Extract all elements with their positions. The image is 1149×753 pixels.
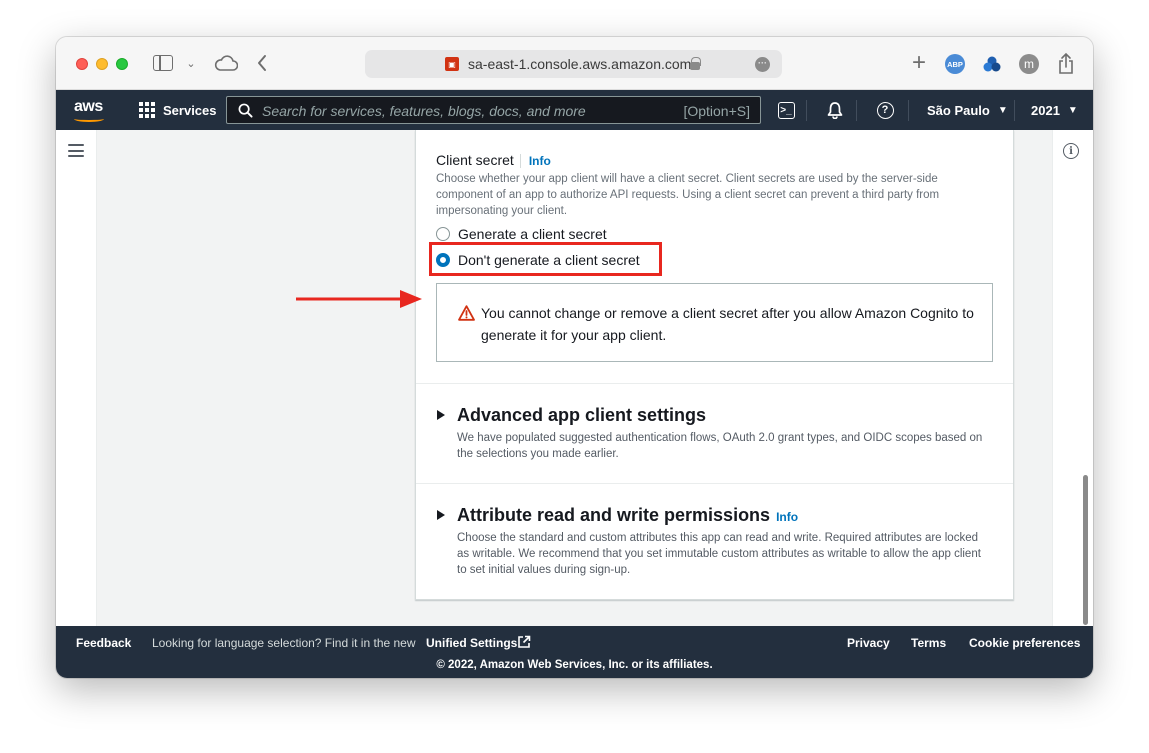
page-menu-icon[interactable]: ··· — [755, 57, 770, 72]
attribute-permissions-title-text[interactable]: Attribute read and write permissions — [457, 505, 770, 525]
console-footer: Feedback Looking for language selection?… — [56, 626, 1093, 678]
attribute-permissions-info-link[interactable]: Info — [776, 510, 798, 524]
adblock-extension-icon[interactable]: ABP — [945, 54, 965, 74]
help-icon: ? — [876, 101, 894, 119]
icloud-icon[interactable] — [214, 53, 238, 73]
aws-favicon-icon: ▣ — [445, 57, 459, 71]
extension-icon[interactable] — [982, 54, 1002, 74]
bell-icon — [827, 102, 843, 119]
nav-divider — [908, 100, 909, 121]
search-placeholder: Search for services, features, blogs, do… — [262, 103, 586, 119]
aws-top-nav: aws Services Search for services, featur… — [56, 90, 1093, 130]
search-icon — [238, 103, 253, 118]
cloudshell-button[interactable]: >_ — [776, 90, 796, 130]
advanced-settings-title[interactable]: Advanced app client settings — [457, 405, 706, 426]
scrollbar[interactable] — [1083, 475, 1088, 625]
chevron-left-icon[interactable] — [254, 51, 270, 75]
aws-logo[interactable]: aws — [74, 98, 103, 116]
url-text: sa-east-1.console.aws.amazon.com — [468, 56, 692, 72]
attribute-permissions-description: Choose the standard and custom attribute… — [457, 532, 981, 576]
generate-secret-option[interactable]: Generate a client secret — [436, 226, 607, 242]
advanced-settings-description: We have populated suggested authenticati… — [457, 432, 983, 460]
services-menu-button[interactable]: Services — [139, 90, 217, 130]
plus-icon[interactable]: + — [908, 49, 930, 76]
close-window-button[interactable] — [76, 58, 88, 70]
caret-right-icon[interactable] — [437, 510, 445, 520]
minimize-window-button[interactable] — [96, 58, 108, 70]
copyright-text: © 2022, Amazon Web Services, Inc. or its… — [436, 659, 713, 671]
share-icon[interactable] — [1057, 51, 1075, 75]
nav-divider — [806, 100, 807, 121]
lock-icon — [690, 57, 701, 70]
generate-secret-label: Generate a client secret — [458, 226, 607, 242]
left-rail — [56, 130, 97, 626]
caret-down-icon: ▼ — [997, 104, 1008, 116]
external-link-icon[interactable] — [517, 635, 531, 649]
nav-divider — [856, 100, 857, 121]
sidebar-toggle-icon[interactable] — [153, 55, 173, 71]
caret-right-icon[interactable] — [437, 410, 445, 420]
region-selector[interactable]: São Paulo ▼ — [927, 90, 1008, 130]
help-button[interactable]: ? — [875, 90, 895, 130]
console-content: Client secret Info Choose whether your ap… — [56, 130, 1093, 626]
grid-icon — [139, 101, 156, 119]
warning-alert: You cannot change or remove a client sec… — [436, 283, 993, 362]
attribute-permissions-title[interactable]: Attribute read and write permissions Info — [457, 505, 798, 526]
client-secret-description: Choose whether your app client will have… — [436, 173, 940, 217]
client-secret-title: Client secret — [436, 152, 514, 168]
app-client-panel: Client secret Info Choose whether your ap… — [415, 130, 1014, 600]
nav-divider — [1014, 100, 1015, 121]
cookie-preferences-link[interactable]: Cookie preferences — [969, 636, 1080, 650]
terms-link[interactable]: Terms — [911, 636, 946, 650]
attribute-permissions-section[interactable]: Attribute read and write permissions Info… — [416, 484, 1013, 599]
unified-settings-link[interactable]: Unified Settings — [426, 636, 517, 650]
notifications-button[interactable] — [825, 90, 845, 130]
aws-logo-smile — [74, 116, 104, 122]
cloudshell-icon: >_ — [777, 101, 795, 119]
search-input[interactable]: Search for services, features, blogs, do… — [226, 96, 761, 124]
feedback-link[interactable]: Feedback — [76, 636, 131, 650]
account-label: 2021 — [1031, 102, 1060, 118]
browser-window: ⌄ ▣ sa-east-1.console.aws.amazon.com ···… — [56, 37, 1093, 678]
client-secret-label: Client secret Info — [436, 152, 551, 168]
region-label: São Paulo — [927, 102, 990, 118]
hamburger-icon[interactable] — [68, 144, 84, 157]
client-secret-section: Client secret Info Choose whether your ap… — [416, 130, 1013, 384]
annotation-highlight-box — [429, 242, 662, 276]
zoom-window-button[interactable] — [116, 58, 128, 70]
annotation-arrow — [296, 290, 422, 308]
profile-avatar[interactable]: m — [1019, 54, 1039, 74]
chevron-down-icon[interactable]: ⌄ — [184, 55, 198, 71]
safari-toolbar: ⌄ ▣ sa-east-1.console.aws.amazon.com ···… — [56, 37, 1093, 90]
privacy-link[interactable]: Privacy — [847, 636, 890, 650]
warning-text: You cannot change or remove a client sec… — [481, 305, 974, 343]
account-selector[interactable]: 2021 ▼ — [1031, 90, 1078, 130]
advanced-settings-section[interactable]: Advanced app client settings We have pop… — [416, 384, 1013, 484]
search-shortcut: [Option+S] — [683, 103, 750, 119]
warning-icon — [458, 305, 475, 321]
language-prompt: Looking for language selection? Find it … — [152, 636, 416, 650]
client-secret-info-link[interactable]: Info — [519, 154, 551, 168]
generate-secret-radio[interactable] — [436, 227, 450, 241]
caret-down-icon: ▼ — [1067, 104, 1078, 116]
services-label: Services — [163, 102, 217, 118]
info-icon[interactable]: i — [1063, 143, 1079, 159]
address-bar[interactable]: ▣ sa-east-1.console.aws.amazon.com ··· — [365, 50, 782, 78]
